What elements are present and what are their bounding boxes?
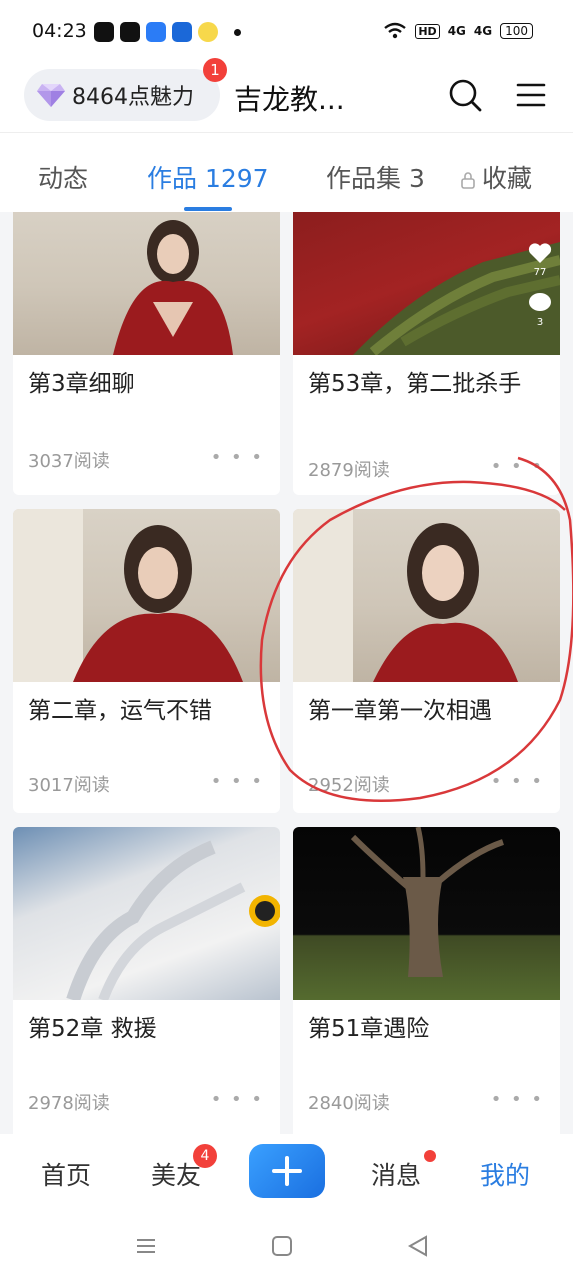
works-grid: 第3章细聊 3037阅读 • • • 77 3 第53章，第二批杀手 2879阅… bbox=[0, 212, 573, 1134]
recent-apps-icon[interactable] bbox=[132, 1232, 160, 1260]
back-icon[interactable] bbox=[404, 1232, 432, 1260]
tab-collections[interactable]: 作品集 3 bbox=[326, 159, 425, 195]
work-title: 第51章遇险 bbox=[308, 1016, 430, 1042]
tiktok-icon bbox=[94, 22, 114, 42]
work-cover-image bbox=[13, 212, 280, 355]
tab-favorites-label: 收藏 bbox=[482, 164, 533, 193]
lock-icon bbox=[461, 172, 475, 189]
work-reads: 2952阅读 bbox=[308, 775, 390, 796]
signal-2-icon: 4G bbox=[473, 24, 493, 38]
work-card[interactable]: 第3章细聊 3037阅读 • • • bbox=[13, 212, 280, 495]
nav-home[interactable]: 首页 bbox=[41, 1156, 91, 1192]
search-icon[interactable] bbox=[448, 78, 482, 112]
like-count[interactable]: 77 3 bbox=[526, 242, 554, 328]
work-reads: 2879阅读 bbox=[308, 460, 390, 481]
friends-badge: 4 bbox=[193, 1144, 217, 1168]
bottom-navigation: 首页 美友 4 消息 我的 bbox=[0, 1134, 573, 1214]
home-icon[interactable] bbox=[268, 1232, 296, 1260]
more-options-icon[interactable]: • • • bbox=[211, 447, 264, 468]
tab-favorites[interactable]: 收藏 bbox=[460, 159, 532, 195]
active-tab-indicator bbox=[184, 207, 232, 211]
more-options-icon[interactable]: • • • bbox=[211, 771, 264, 792]
bulb-app-icon bbox=[198, 22, 218, 42]
tab-works[interactable]: 作品 1297 bbox=[147, 159, 269, 195]
work-card[interactable]: 第51章遇险 2840阅读 • • • bbox=[293, 827, 560, 1134]
like-count-label: 77 bbox=[533, 267, 547, 278]
work-title: 第二章，运气不错 bbox=[28, 698, 212, 724]
menu-icon[interactable] bbox=[516, 82, 546, 108]
diamond-icon bbox=[37, 84, 65, 107]
work-cover-image bbox=[13, 827, 280, 1003]
create-button[interactable] bbox=[249, 1144, 325, 1198]
news-app-icon bbox=[172, 22, 192, 42]
work-title: 第52章 救援 bbox=[28, 1016, 157, 1042]
more-options-icon[interactable]: • • • bbox=[491, 771, 544, 792]
status-app-icons bbox=[94, 22, 241, 42]
charm-points-button[interactable]: 8464点魅力 bbox=[24, 69, 220, 121]
comment-count-label: 3 bbox=[536, 317, 544, 328]
wifi-icon bbox=[384, 22, 407, 39]
work-cover-image bbox=[293, 827, 560, 1000]
more-notifications-icon bbox=[234, 28, 241, 36]
more-options-icon[interactable]: • • • bbox=[211, 1089, 264, 1110]
work-reads: 3017阅读 bbox=[28, 775, 110, 796]
work-title: 第53章，第二批杀手 bbox=[308, 371, 522, 397]
work-card[interactable]: 第二章，运气不错 3017阅读 • • • bbox=[13, 509, 280, 813]
tiktok-lite-icon bbox=[120, 22, 140, 42]
work-reads: 2840阅读 bbox=[308, 1093, 390, 1114]
work-cover-image bbox=[13, 509, 280, 682]
status-time: 04:23 bbox=[32, 20, 87, 42]
work-reads: 2978阅读 bbox=[28, 1093, 110, 1114]
heart-icon bbox=[528, 243, 552, 263]
more-options-icon[interactable]: • • • bbox=[491, 1089, 544, 1110]
more-options-icon[interactable]: • • • bbox=[491, 456, 544, 477]
charm-points-label: 8464点魅力 bbox=[72, 85, 194, 110]
hd-indicator: HD bbox=[415, 23, 440, 39]
app-icon bbox=[146, 22, 166, 42]
system-navigation bbox=[0, 1214, 573, 1280]
tab-dynamics[interactable]: 动态 bbox=[38, 159, 88, 195]
username: 吉龙教... bbox=[234, 83, 345, 116]
work-reads: 3037阅读 bbox=[28, 451, 110, 472]
work-cover-image bbox=[293, 509, 560, 682]
work-title: 第一章第一次相遇 bbox=[308, 698, 492, 724]
status-bar: 04:23 HD 4G 4G 100 bbox=[0, 0, 573, 62]
battery-icon: 100 bbox=[500, 23, 533, 39]
charm-badge: 1 bbox=[203, 58, 227, 82]
messages-dot bbox=[424, 1150, 436, 1162]
work-card[interactable]: 第52章 救援 2978阅读 • • • bbox=[13, 827, 280, 1134]
comment-icon bbox=[529, 293, 551, 311]
nav-messages[interactable]: 消息 bbox=[371, 1156, 421, 1192]
work-title: 第3章细聊 bbox=[28, 371, 135, 397]
status-indicators: HD 4G 4G 100 bbox=[383, 22, 533, 40]
work-card[interactable]: 77 3 第53章，第二批杀手 2879阅读 • • • bbox=[293, 212, 560, 495]
profile-header: 8464点魅力 1 吉龙教... bbox=[0, 58, 573, 132]
profile-tabs: 动态 作品 1297 作品集 3 收藏 bbox=[0, 132, 573, 212]
nav-mine[interactable]: 我的 bbox=[480, 1156, 530, 1192]
work-card[interactable]: 第一章第一次相遇 2952阅读 • • • bbox=[293, 509, 560, 813]
signal-1-icon: 4G bbox=[447, 24, 466, 38]
work-cover-image: 77 3 bbox=[293, 212, 560, 356]
